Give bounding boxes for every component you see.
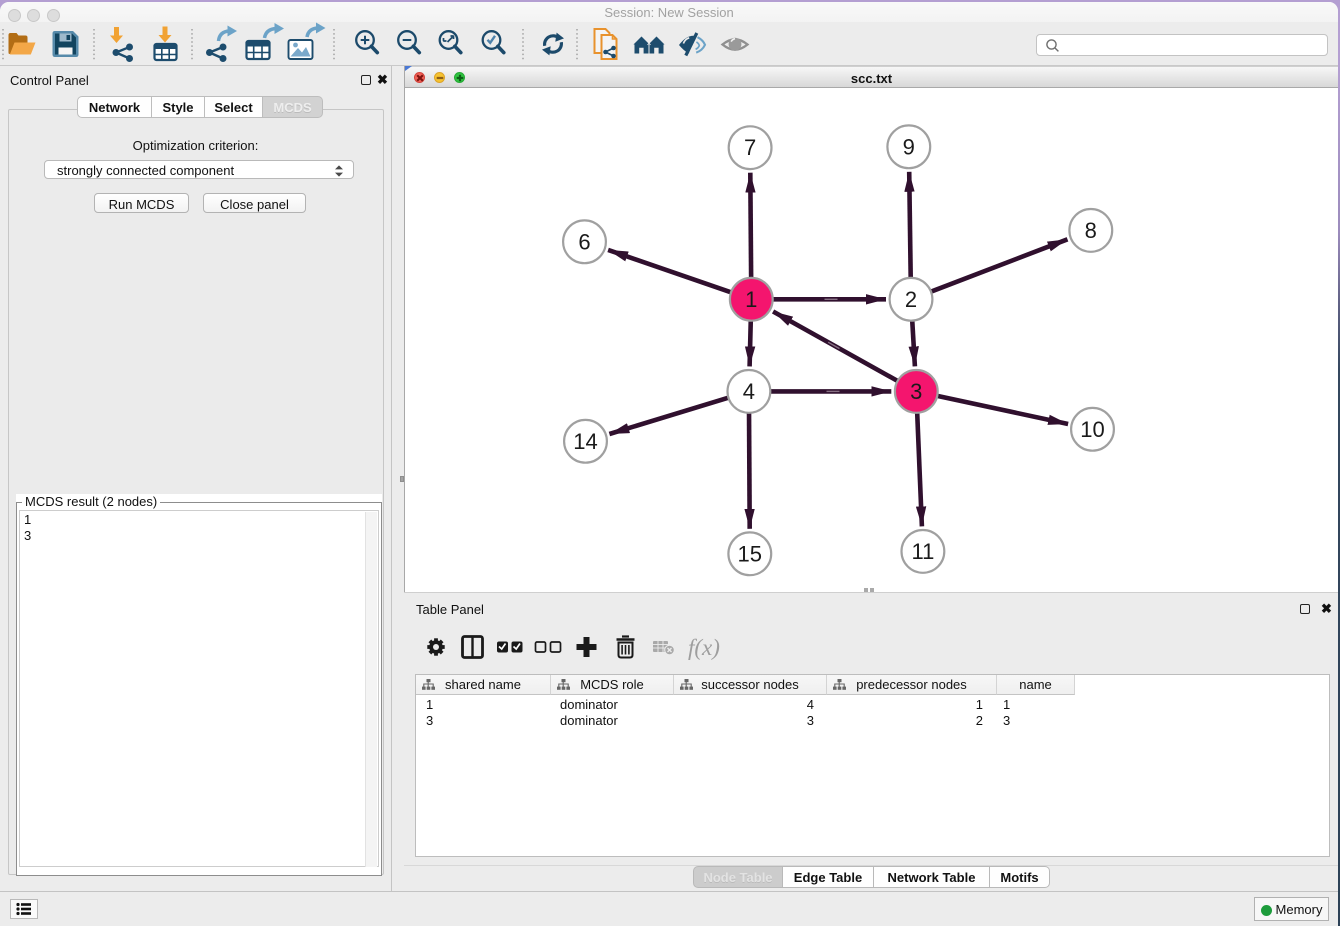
- svg-text:7: 7: [744, 135, 756, 160]
- svg-text:15: 15: [738, 541, 762, 566]
- svg-text:14: 14: [573, 429, 597, 454]
- svg-text:9: 9: [903, 134, 915, 159]
- svg-text:1: 1: [745, 287, 757, 312]
- svg-text:10: 10: [1080, 417, 1104, 442]
- svg-text:4: 4: [743, 379, 755, 404]
- svg-text:3: 3: [910, 379, 922, 404]
- svg-text:6: 6: [578, 229, 590, 254]
- svg-text:2: 2: [905, 287, 917, 312]
- svg-text:8: 8: [1085, 218, 1097, 243]
- svg-text:f(x): f(x): [688, 635, 720, 660]
- svg-text:11: 11: [911, 539, 934, 564]
